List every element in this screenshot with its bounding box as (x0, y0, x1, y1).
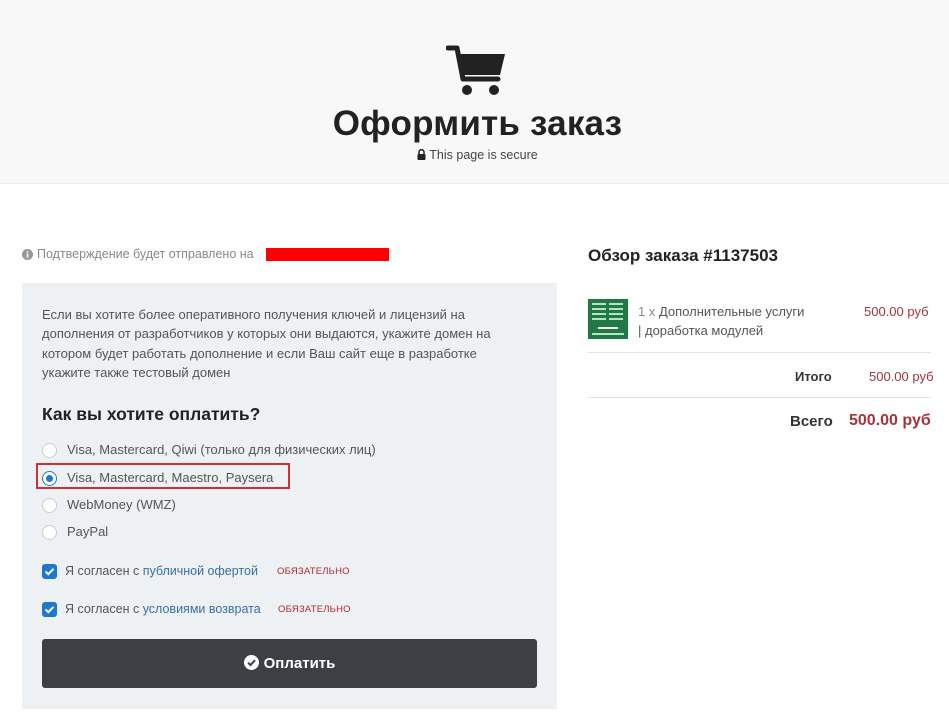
shopping-cart-icon (446, 45, 505, 95)
item-option: | доработка модулей (638, 323, 764, 338)
total-label: Всего (790, 413, 833, 430)
payment-option-label: WebMoney (WMZ) (67, 497, 176, 512)
payment-option-label: Visa, Mastercard, Qiwi (только для физич… (67, 442, 376, 457)
divider (588, 352, 931, 353)
subtotal-label: Итого (795, 369, 832, 384)
secure-text: This page is secure (429, 148, 538, 162)
checkbox-check-icon (44, 568, 55, 576)
confirmation-note: Подтверждение будет отправлено на (22, 247, 254, 261)
public-offer-link[interactable]: публичной офертой (143, 564, 258, 578)
agree-prefix: Я согласен с (65, 564, 140, 578)
highlight-box (36, 463, 290, 489)
total-value: 500.00 руб (849, 412, 931, 429)
page-header: Оформить заказ This page is secure (0, 0, 949, 184)
item-name: Дополнительные услуги (658, 304, 805, 319)
refund-terms-link[interactable]: условиями возврата (143, 602, 261, 616)
divider (588, 397, 931, 398)
payment-option-label: PayPal (67, 524, 109, 539)
domain-info-text: Если вы хотите более оперативного получе… (42, 307, 491, 380)
agree-prefix: Я согласен с (65, 602, 140, 616)
radio-button[interactable] (42, 443, 57, 458)
check-circle-icon (243, 655, 259, 670)
pay-button[interactable]: Оплатить (42, 639, 537, 688)
redacted-email (266, 248, 389, 261)
payment-panel: Если вы хотите более оперативного получе… (22, 283, 557, 709)
required-label: ОБЯЗАТЕЛЬНО (277, 566, 350, 577)
item-quantity: 1 x (638, 304, 656, 319)
radio-button[interactable] (42, 525, 57, 540)
payment-heading: Как вы хотите оплатить? (42, 404, 261, 424)
product-thumbnail (588, 299, 628, 339)
checkbox-check-icon (44, 606, 55, 614)
page-title: Оформить заказ (332, 104, 623, 143)
order-summary-title: Обзор заказа #1137503 (588, 246, 778, 265)
pay-button-label: Оплатить (263, 655, 336, 672)
secure-note: This page is secure (0, 148, 949, 162)
subtotal-value: 500.00 руб (869, 369, 934, 384)
lock-icon (417, 149, 426, 160)
info-icon (22, 249, 33, 260)
radio-button[interactable] (42, 498, 57, 513)
offer-checkbox[interactable] (42, 564, 57, 579)
confirmation-text: Подтверждение будет отправлено на (37, 247, 254, 261)
item-price: 500.00 руб (864, 304, 929, 319)
refund-checkbox[interactable] (42, 602, 57, 617)
required-label: ОБЯЗАТЕЛЬНО (278, 604, 351, 615)
order-item: 1 x Дополнительные услуги | доработка мо… (638, 302, 828, 340)
